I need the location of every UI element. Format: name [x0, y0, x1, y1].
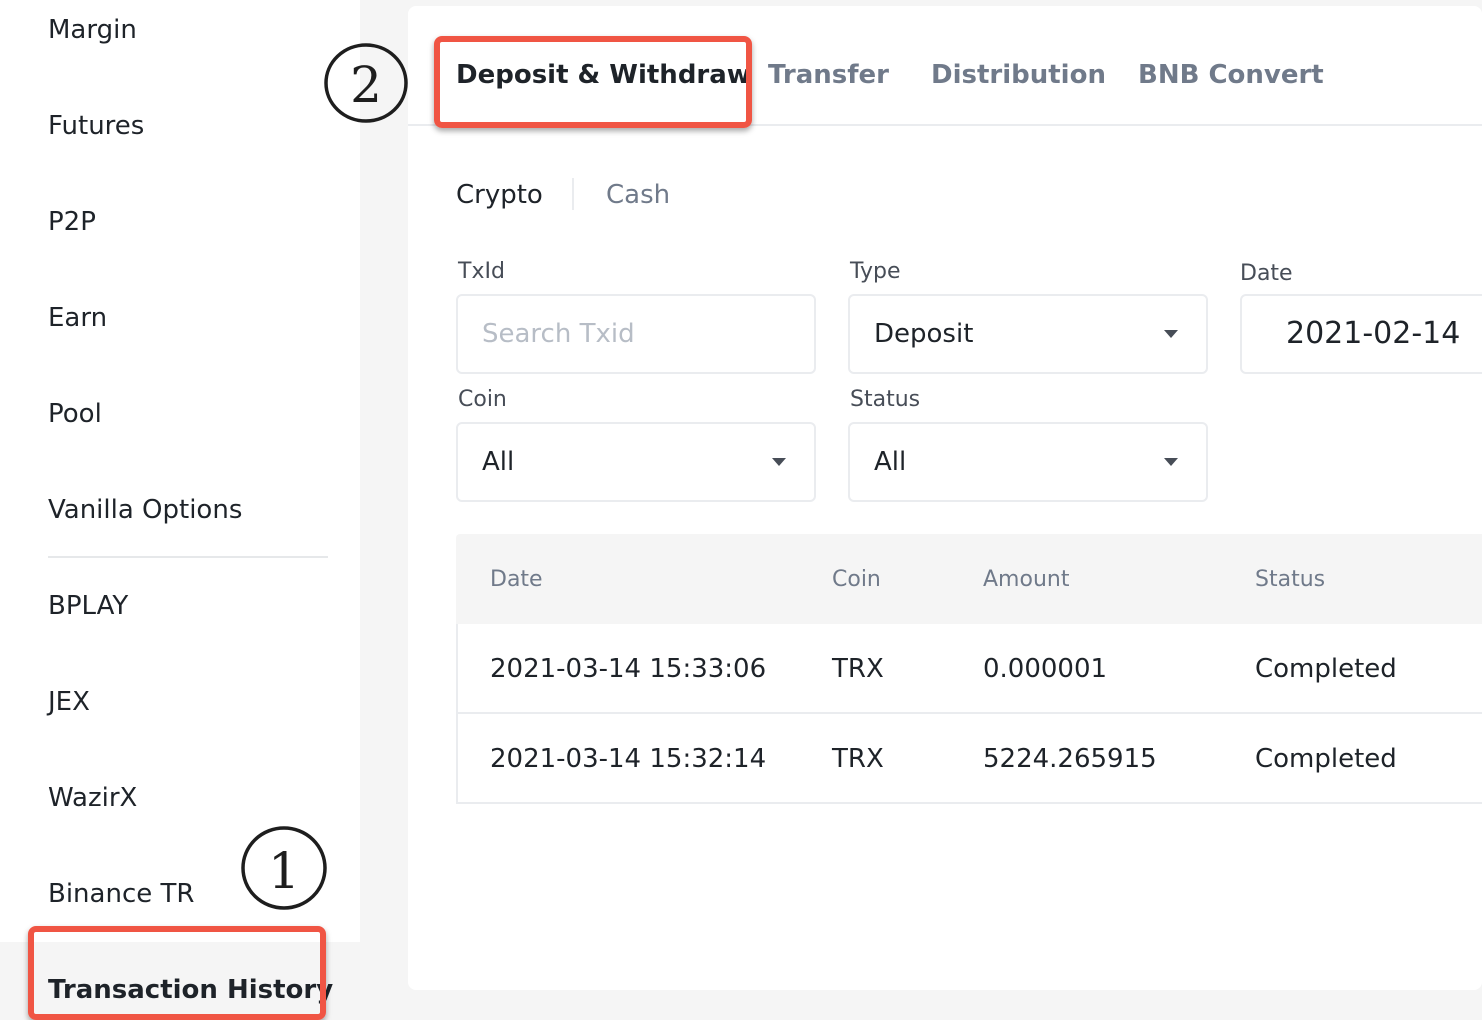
step-1-marker: 1: [241, 826, 327, 910]
coin-select-value: All: [482, 447, 515, 477]
coin-label: Coin: [458, 387, 507, 412]
date-label: Date: [1240, 261, 1293, 286]
row-date: 2021-03-14 15:32:14: [490, 744, 767, 774]
caret-down-icon: [1164, 458, 1178, 466]
sidebar-item-wazirx[interactable]: WazirX: [48, 782, 137, 814]
status-select-value: All: [874, 447, 907, 477]
table-header: [456, 534, 1482, 624]
search-txid-input[interactable]: [482, 296, 814, 372]
status-select[interactable]: All: [848, 422, 1208, 502]
column-header-amount: Amount: [983, 567, 1070, 592]
row-coin: TRX: [832, 744, 884, 774]
caret-down-icon: [1164, 330, 1178, 338]
sidebar-item-bplay[interactable]: BPLAY: [48, 590, 128, 622]
sidebar-item-binance-tr[interactable]: Binance TR: [48, 878, 194, 910]
column-header-date: Date: [490, 567, 543, 592]
column-header-coin: Coin: [832, 567, 881, 592]
sidebar-item-p2p[interactable]: P2P: [48, 206, 96, 238]
coin-select[interactable]: All: [456, 422, 816, 502]
txid-field: [456, 294, 816, 374]
subtab-cash[interactable]: Cash: [606, 178, 670, 212]
subtab-crypto[interactable]: Crypto: [456, 178, 543, 212]
sidebar-item-jex[interactable]: JEX: [48, 686, 90, 718]
step-2-marker: 2: [324, 43, 408, 123]
status-label: Status: [850, 387, 921, 412]
highlight-box-tab: [434, 36, 752, 128]
type-select-value: Deposit: [874, 319, 974, 349]
row-coin: TRX: [832, 654, 884, 684]
subtab-separator: [572, 178, 574, 210]
row-amount: 5224.265915: [983, 744, 1157, 774]
step-1-label: 1: [268, 842, 300, 900]
row-date: 2021-03-14 15:33:06: [490, 654, 767, 684]
sidebar-item-pool[interactable]: Pool: [48, 398, 102, 430]
date-picker-value: 2021-02-14: [1286, 316, 1461, 351]
row-amount: 0.000001: [983, 654, 1108, 684]
highlight-box-transaction-history: [28, 926, 326, 1020]
sidebar-item-earn[interactable]: Earn: [48, 302, 107, 334]
column-header-status: Status: [1255, 567, 1326, 592]
txid-label: TxId: [458, 259, 505, 284]
type-select[interactable]: Deposit: [848, 294, 1208, 374]
tab-distribution[interactable]: Distribution: [931, 58, 1106, 92]
tab-bnb-convert[interactable]: BNB Convert: [1138, 58, 1324, 92]
caret-down-icon: [772, 458, 786, 466]
sidebar-divider: [48, 556, 328, 558]
row-status: Completed: [1255, 744, 1397, 774]
sidebar-item-futures[interactable]: Futures: [48, 110, 144, 142]
sidebar-item-margin[interactable]: Margin: [48, 14, 137, 46]
row-status: Completed: [1255, 654, 1397, 684]
sidebar-item-vanilla-options[interactable]: Vanilla Options: [48, 494, 242, 526]
step-2-label: 2: [350, 56, 382, 114]
date-picker[interactable]: 2021-02-14: [1240, 294, 1482, 374]
tab-transfer[interactable]: Transfer: [768, 58, 889, 92]
type-label: Type: [850, 259, 901, 284]
